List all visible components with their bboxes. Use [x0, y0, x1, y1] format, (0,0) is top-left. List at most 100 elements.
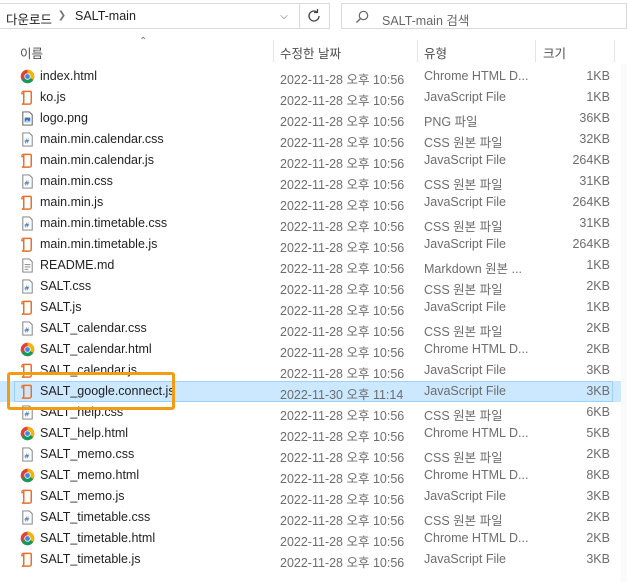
file-row[interactable]: ko.js 2022-11-28 오후 10:56 JavaScript File 1…	[0, 87, 627, 108]
file-row[interactable]: SALT_timetable.js 2022-11-28 오후 10:56 Java…	[0, 549, 627, 570]
file-name: SALT_help.css	[40, 405, 124, 419]
file-row[interactable]: # main.min.calendar.css 2022-11-28 오후 10:5…	[0, 129, 627, 150]
file-row[interactable]: main.min.js 2022-11-28 오후 10:56 JavaScript…	[0, 192, 627, 213]
address-toolbar: 다운로드 ❯ SALT-main ⌵ SALT-main 검색	[0, 0, 627, 36]
file-row[interactable]: SALT_memo.js 2022-11-28 오후 10:56 JavaScrip…	[0, 486, 627, 507]
file-size: 2KB	[586, 510, 610, 524]
js-file-icon	[20, 552, 35, 567]
file-name: SALT_memo.html	[40, 468, 140, 482]
file-size: 2KB	[586, 321, 610, 335]
file-date: 2022-11-28 오후 10:56	[280, 304, 405, 318]
file-name: SALT_timetable.js	[40, 552, 141, 566]
file-type: Chrome HTML D...	[424, 426, 528, 440]
column-divider[interactable]	[417, 40, 418, 62]
svg-text:#: #	[24, 514, 30, 523]
column-header-type[interactable]: 유형	[424, 43, 447, 62]
file-type: Chrome HTML D...	[424, 468, 528, 482]
file-name: SALT.css	[40, 279, 92, 293]
file-date: 2022-11-28 오후 10:56	[280, 409, 405, 423]
file-row[interactable]: # main.min.css 2022-11-28 오후 10:56 CSS 원본 파…	[0, 171, 627, 192]
file-type: JavaScript File	[424, 237, 506, 251]
file-size: 2KB	[586, 531, 610, 545]
file-size: 264KB	[572, 237, 610, 251]
address-dropdown-chevron-icon[interactable]: ⌵	[274, 8, 294, 26]
file-date: 2022-11-28 오후 10:56	[280, 262, 405, 276]
address-bar[interactable]: 다운로드 ❯ SALT-main ⌵	[0, 3, 300, 29]
file-name: main.min.timetable.js	[40, 237, 158, 251]
file-date: 2022-11-30 오후 11:14	[280, 388, 404, 402]
file-type: JavaScript File	[424, 300, 506, 314]
file-size: 264KB	[572, 195, 610, 209]
file-row[interactable]: logo.png 2022-11-28 오후 10:56 PNG 파일 36KB	[0, 108, 627, 129]
css-file-icon: #	[20, 132, 35, 147]
svg-text:#: #	[24, 136, 30, 145]
file-row[interactable]: # SALT_calendar.css 2022-11-28 오후 10:56 CSS…	[0, 318, 627, 339]
file-row[interactable]: # SALT_timetable.css 2022-11-28 오후 10:56 CS…	[0, 507, 627, 528]
js-file-icon	[20, 489, 35, 504]
file-name: SALT_help.html	[40, 426, 129, 440]
file-size: 3KB	[586, 489, 610, 503]
column-header-size[interactable]: 크기	[543, 43, 566, 62]
file-row[interactable]: SALT_help.html 2022-11-28 오후 10:56 Chrome …	[0, 423, 627, 444]
file-type: CSS 원본 파일	[424, 136, 503, 150]
svg-text:#: #	[24, 325, 30, 334]
column-header-date[interactable]: 수정한 날짜	[280, 43, 341, 62]
file-type: JavaScript File	[424, 384, 506, 398]
file-date: 2022-11-28 오후 10:56	[280, 493, 405, 507]
file-row[interactable]: index.html 2022-11-28 오후 10:56 Chrome HTML…	[0, 66, 627, 87]
file-date: 2022-11-28 오후 10:56	[280, 136, 405, 150]
file-size: 1KB	[586, 258, 610, 272]
file-row[interactable]: # SALT_memo.css 2022-11-28 오후 10:56 CSS 원본 …	[0, 444, 627, 465]
file-row[interactable]: SALT_memo.html 2022-11-28 오후 10:56 Chrome …	[0, 465, 627, 486]
file-row[interactable]: README.md 2022-11-28 오후 10:56 Markdown 원본 …	[0, 255, 627, 276]
file-type: JavaScript File	[424, 489, 506, 503]
file-size: 2KB	[586, 279, 610, 293]
file-list: index.html 2022-11-28 오후 10:56 Chrome HTML…	[0, 66, 627, 570]
file-name: SALT_google.connect.js	[40, 384, 175, 398]
js-file-icon	[20, 90, 35, 105]
search-input[interactable]: SALT-main 검색	[341, 3, 627, 29]
file-date: 2022-11-28 오후 10:56	[280, 157, 405, 171]
text-file-icon	[20, 258, 35, 273]
file-name: SALT_calendar.html	[40, 342, 152, 356]
file-row[interactable]: # SALT.css 2022-11-28 오후 10:56 CSS 원본 파일 2KB	[0, 276, 627, 297]
svg-text:#: #	[24, 451, 30, 460]
file-type: Chrome HTML D...	[424, 342, 528, 356]
file-name: main.min.timetable.css	[40, 216, 168, 230]
column-divider[interactable]	[273, 40, 274, 62]
file-date: 2022-11-28 오후 10:56	[280, 367, 405, 381]
file-size: 1KB	[586, 69, 610, 83]
js-file-icon	[20, 363, 35, 378]
file-row[interactable]: SALT_calendar.html 2022-11-28 오후 10:56 Chr…	[0, 339, 627, 360]
chrome-icon	[20, 426, 35, 441]
file-row[interactable]: # main.min.timetable.css 2022-11-28 오후 10:…	[0, 213, 627, 234]
file-size: 3KB	[586, 552, 610, 566]
search-icon	[356, 10, 369, 23]
file-row[interactable]: SALT.js 2022-11-28 오후 10:56 JavaScript Fil…	[0, 297, 627, 318]
file-type: CSS 원본 파일	[424, 409, 503, 423]
breadcrumb-downloads[interactable]: 다운로드	[6, 9, 52, 28]
file-row-selected[interactable]: SALT_google.connect.js 2022-11-30 오후 11:1…	[0, 381, 627, 402]
file-row[interactable]: main.min.calendar.js 2022-11-28 오후 10:56 J…	[0, 150, 627, 171]
column-header-name[interactable]: 이름	[20, 43, 43, 62]
file-name: README.md	[40, 258, 115, 272]
css-file-icon: #	[20, 216, 35, 231]
file-date: 2022-11-28 오후 10:56	[280, 178, 405, 192]
column-divider[interactable]	[535, 40, 536, 62]
breadcrumb-current-folder[interactable]: SALT-main	[75, 9, 136, 23]
file-row[interactable]: # SALT_help.css 2022-11-28 오후 10:56 CSS 원본 …	[0, 402, 627, 423]
refresh-button[interactable]	[300, 3, 330, 29]
column-divider[interactable]	[614, 40, 615, 62]
file-row[interactable]: SALT_timetable.html 2022-11-28 오후 10:56 Ch…	[0, 528, 627, 549]
file-row[interactable]: SALT_calendar.js 2022-11-28 오후 10:56 JavaS…	[0, 360, 627, 381]
chrome-icon	[20, 531, 35, 546]
file-name: SALT.js	[40, 300, 82, 314]
file-size: 3KB	[586, 363, 610, 377]
vertical-scrollbar[interactable]	[621, 64, 627, 582]
breadcrumb-separator-icon[interactable]: ❯	[57, 10, 67, 21]
chrome-icon	[20, 342, 35, 357]
file-row[interactable]: main.min.timetable.js 2022-11-28 오후 10:56…	[0, 234, 627, 255]
file-size: 3KB	[586, 384, 610, 398]
css-file-icon: #	[20, 405, 35, 420]
file-date: 2022-11-28 오후 10:56	[280, 94, 405, 108]
